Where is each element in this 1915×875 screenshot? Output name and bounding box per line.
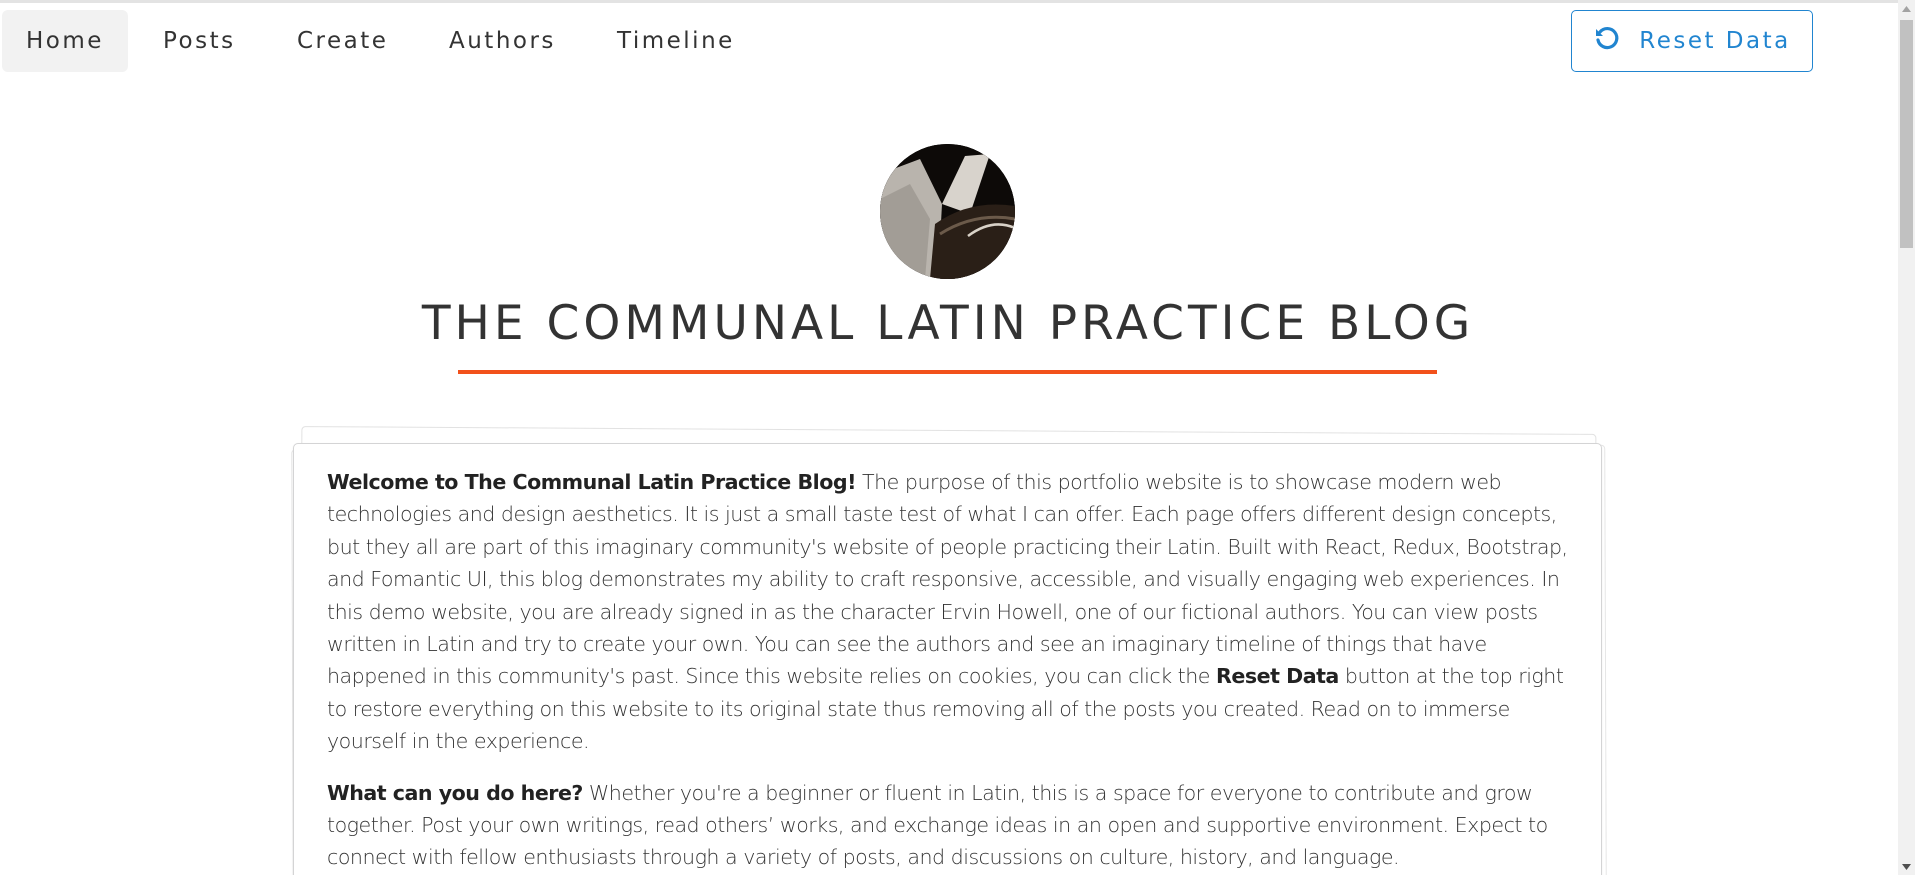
what-can-you-do-heading: What can you do here?	[327, 780, 583, 805]
reset-data-button[interactable]: Reset Data	[1571, 10, 1813, 72]
intro-card: Welcome to The Communal Latin Practice B…	[293, 443, 1602, 875]
nav-create[interactable]: Create	[273, 10, 412, 72]
title-underline	[458, 370, 1437, 374]
intro-paragraph-what-can-you-do: What can you do here? Whether you're a b…	[327, 777, 1568, 874]
scroll-down-arrow-icon[interactable]	[1898, 858, 1915, 875]
nav-timeline[interactable]: Timeline	[593, 10, 759, 72]
top-border	[0, 0, 1898, 3]
nav-home[interactable]: Home	[2, 10, 128, 72]
welcome-text: The purpose of this portfolio website is…	[327, 470, 1568, 689]
reset-data-mention: Reset Data	[1216, 664, 1339, 689]
scrollbar-thumb[interactable]	[1900, 20, 1913, 248]
welcome-heading: Welcome to The Communal Latin Practice B…	[327, 470, 856, 494]
blog-avatar-image	[880, 144, 1015, 279]
undo-icon	[1593, 24, 1621, 58]
nav-authors[interactable]: Authors	[425, 10, 580, 72]
blog-title: THE COMMUNAL LATIN PRACTICE BLOG	[421, 296, 1475, 351]
reset-data-label: Reset Data	[1639, 28, 1791, 54]
scroll-up-arrow-icon[interactable]	[1898, 0, 1915, 17]
intro-paragraph-welcome: Welcome to The Communal Latin Practice B…	[327, 466, 1568, 758]
nav-posts[interactable]: Posts	[139, 10, 260, 72]
